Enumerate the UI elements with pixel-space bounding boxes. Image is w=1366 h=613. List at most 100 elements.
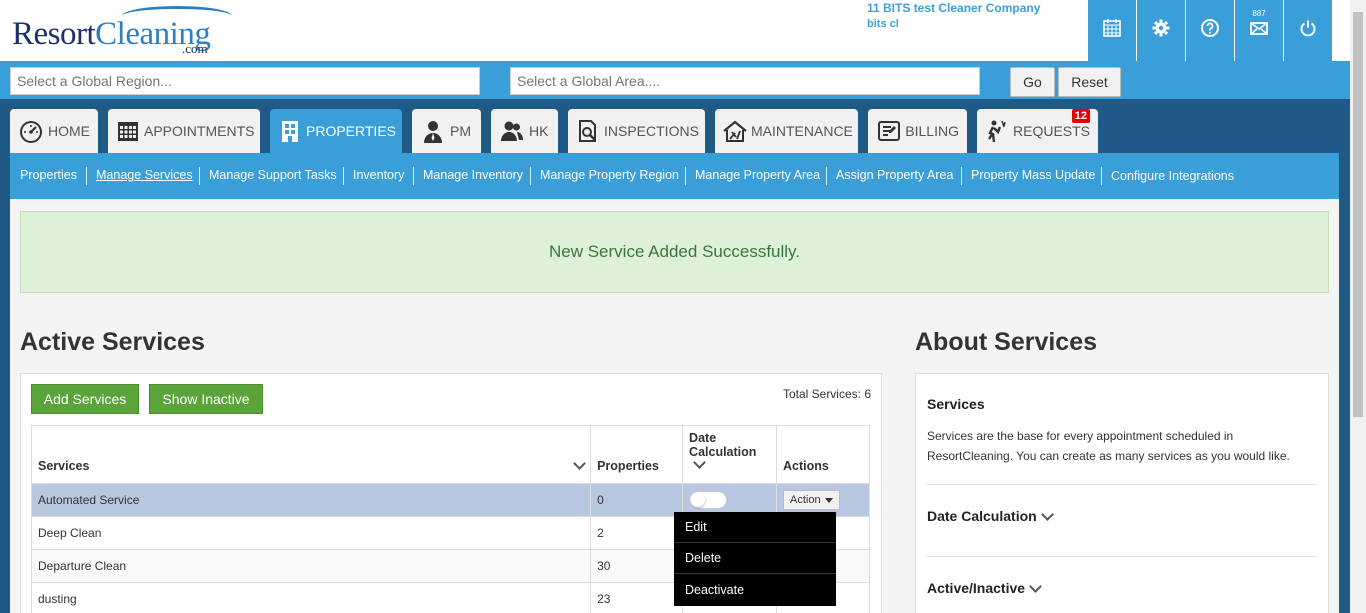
power-icon xyxy=(1298,18,1318,43)
tab-inspections[interactable]: INSPECTIONS xyxy=(568,109,705,153)
messages-button[interactable]: 887 xyxy=(1235,0,1283,61)
mail-icon xyxy=(1249,18,1269,43)
help-icon xyxy=(1200,18,1220,43)
settings-button[interactable] xyxy=(1137,0,1185,61)
tab-maintenance[interactable]: MAINTENANCE xyxy=(715,109,858,153)
about-heading: Services xyxy=(927,396,985,412)
gear-icon xyxy=(1151,18,1171,43)
show-inactive-button[interactable]: Show Inactive xyxy=(149,384,263,414)
tab-label: BILLING xyxy=(905,123,959,139)
tab-home[interactable]: HOME xyxy=(10,109,98,153)
subnav-properties[interactable]: Properties xyxy=(20,168,77,182)
divider xyxy=(927,484,1317,485)
section-label: Date Calculation xyxy=(927,508,1037,524)
active-services-title: Active Services xyxy=(20,328,205,356)
subnav-manage-property-area[interactable]: Manage Property Area xyxy=(695,168,820,182)
properties-count-cell: 0 xyxy=(590,483,684,517)
column-header-actions: Actions xyxy=(776,425,870,484)
subnav-manage-property-region[interactable]: Manage Property Region xyxy=(540,168,679,182)
calendar-icon xyxy=(116,118,140,144)
building-icon xyxy=(278,118,302,144)
person-icon xyxy=(420,118,446,144)
chevron-down-icon xyxy=(1029,579,1042,593)
chevron-down-icon[interactable] xyxy=(693,456,706,469)
dashboard-icon xyxy=(18,118,44,144)
main-nav: HOME APPOINTMENTS PROPERTIES PM HK INSPE… xyxy=(0,99,1350,153)
subnav-property-mass-update[interactable]: Property Mass Update xyxy=(971,168,1095,182)
tab-label: REQUESTS xyxy=(1013,123,1091,139)
subnav-manage-inventory[interactable]: Manage Inventory xyxy=(423,168,523,182)
column-header-properties: Properties xyxy=(590,425,684,484)
logo-com-text: .com xyxy=(182,41,208,56)
subnav-divider xyxy=(826,167,827,185)
section-label: Active/Inactive xyxy=(927,580,1026,596)
scrollbar-thumb[interactable] xyxy=(1353,12,1363,417)
service-name-cell: Automated Service xyxy=(30,483,592,517)
tab-label: INSPECTIONS xyxy=(604,123,699,139)
date-calculation-section[interactable]: Date Calculation xyxy=(927,507,1054,524)
chevron-down-icon[interactable] xyxy=(573,456,586,470)
subnav-manage-services[interactable]: Manage Services xyxy=(96,168,193,182)
chevron-down-icon xyxy=(1040,507,1054,521)
menu-item-edit[interactable]: Edit xyxy=(674,512,836,543)
company-name: 11 BITS test Cleaner Company xyxy=(867,1,1041,15)
about-description: Services are the base for every appointm… xyxy=(927,429,1290,463)
logo-resort-text: Resort xyxy=(12,16,96,52)
user-name: bits cl xyxy=(867,18,899,30)
request-icon xyxy=(985,118,1009,144)
add-services-button[interactable]: Add Services xyxy=(31,384,139,414)
divider xyxy=(927,556,1317,557)
tab-pm[interactable]: PM xyxy=(412,109,481,153)
subnav-configure-integrations[interactable]: Configure Integrations xyxy=(1111,169,1234,183)
service-name-cell: Deep Clean xyxy=(30,516,592,550)
reset-button[interactable]: Reset xyxy=(1058,67,1121,97)
subnav-assign-property-area[interactable]: Assign Property Area xyxy=(836,168,953,182)
tab-label: HOME xyxy=(48,123,90,139)
service-name-cell: Departure Clean xyxy=(30,549,592,583)
global-region-select[interactable] xyxy=(10,67,480,95)
tab-hk[interactable]: HK xyxy=(491,109,558,153)
active-inactive-section[interactable]: Active/Inactive xyxy=(927,579,1042,596)
logout-button[interactable] xyxy=(1284,0,1332,61)
resortcleaning-logo[interactable]: ResortCleaning .com xyxy=(12,6,242,56)
tab-requests[interactable]: REQUESTS 12 xyxy=(977,109,1098,153)
action-dropdown-button[interactable]: Action xyxy=(783,490,840,510)
subnav-divider xyxy=(530,167,531,185)
subnav-inventory[interactable]: Inventory xyxy=(353,168,404,182)
menu-item-delete[interactable]: Delete xyxy=(674,543,836,574)
message-count: 887 xyxy=(1252,9,1266,18)
requests-badge: 12 xyxy=(1071,109,1090,123)
total-services-count: Total Services: 6 xyxy=(782,387,871,401)
column-header-services[interactable]: Services xyxy=(30,425,592,484)
date-calculation-toggle[interactable] xyxy=(689,491,728,509)
calendar-grid-button[interactable] xyxy=(1088,0,1136,61)
tab-label: PROPERTIES xyxy=(306,123,396,139)
tab-label: MAINTENANCE xyxy=(751,123,853,139)
tab-properties[interactable]: PROPERTIES xyxy=(270,109,402,153)
column-label: Services xyxy=(38,459,90,473)
go-button[interactable]: Go xyxy=(1010,67,1055,97)
subnav-manage-support-tasks[interactable]: Manage Support Tasks xyxy=(209,168,337,182)
global-area-select[interactable] xyxy=(510,67,980,95)
tab-label: PM xyxy=(450,123,471,139)
tab-billing[interactable]: BILLING xyxy=(868,109,967,153)
invoice-icon xyxy=(876,118,901,144)
help-button[interactable] xyxy=(1186,0,1234,61)
menu-item-deactivate[interactable]: Deactivate xyxy=(674,574,836,605)
column-header-date-calculation[interactable]: Date Calculation xyxy=(682,425,778,484)
house-tools-icon xyxy=(723,118,747,144)
subnav-divider xyxy=(199,167,200,185)
calendar-grid-icon xyxy=(1102,18,1122,43)
caret-down-icon xyxy=(824,497,833,503)
subnav-divider xyxy=(86,167,87,185)
subnav-divider xyxy=(1101,167,1102,185)
tab-appointments[interactable]: APPOINTMENTS xyxy=(108,109,260,153)
top-header: ResortCleaning .com 11 BITS test Cleaner… xyxy=(0,0,1350,61)
page-scrollbar[interactable] xyxy=(1350,0,1366,613)
global-filter-bar: Go Reset xyxy=(0,61,1350,99)
action-dropdown-menu: Edit Delete Deactivate xyxy=(674,512,836,606)
tab-label: APPOINTMENTS xyxy=(144,123,255,139)
properties-count-cell: 30 xyxy=(590,549,684,583)
subnav-divider xyxy=(343,167,344,185)
properties-count-cell: 2 xyxy=(590,516,684,550)
